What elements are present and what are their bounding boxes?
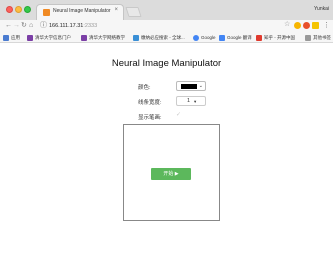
minimize-window-icon[interactable] <box>15 6 22 13</box>
bookmark-favicon-icon <box>27 34 33 41</box>
tab-strip: Neural Image Manipulator × Yunkai <box>0 0 333 20</box>
menu-icon[interactable]: ⋮ <box>323 21 330 31</box>
bookmarks-bar: 应用 清华大学信息门户 清华大学网络教学 缴纳必应搜索 - 全球... Goog… <box>0 32 333 43</box>
show-strokes-checkbox[interactable]: ✓ <box>176 111 181 118</box>
chevron-down-icon: ⌄ <box>198 83 203 89</box>
line-width-value: 1 <box>187 98 191 104</box>
maximize-window-icon[interactable] <box>24 6 31 13</box>
bookmark-label: 应用 <box>11 35 20 40</box>
bookmark-favicon-icon <box>133 34 139 41</box>
apps-icon <box>3 34 9 41</box>
bookmark-label: Google 翻译 <box>227 35 252 40</box>
bookmark-favicon-icon <box>256 34 262 41</box>
browser-toolbar: ← → ↻ ⌂ ⓘ 166.111.17.31:2333 ☆ ⋮ <box>0 20 333 32</box>
address-bar[interactable]: ⓘ 166.111.17.31:2333 <box>38 21 270 31</box>
info-icon[interactable]: ⓘ <box>40 21 47 31</box>
color-swatch <box>181 84 197 89</box>
show-strokes-label: 显示笔画: <box>138 115 162 121</box>
favicon-icon <box>43 9 50 16</box>
url-host: 166.111.17.31 <box>49 23 84 29</box>
bookmark-item[interactable]: Google 翻译 <box>219 34 252 41</box>
bookmark-item[interactable]: Google <box>193 34 216 41</box>
color-label: 颜色: <box>138 85 151 91</box>
new-tab-button[interactable] <box>125 7 142 17</box>
line-width-select[interactable]: 1 ▾ <box>176 96 206 106</box>
bookmark-item[interactable]: 清华大学网络教学 <box>81 34 125 41</box>
profile-name[interactable]: Yunkai <box>314 6 329 12</box>
browser-window: Neural Image Manipulator × Yunkai ← → ↻ … <box>0 0 333 271</box>
bookmark-item[interactable]: 知乎 - 开源中国 <box>256 34 295 41</box>
bookmark-other[interactable]: 其他书签 <box>305 34 331 41</box>
url-text[interactable]: 166.111.17.31:2333 <box>49 23 97 29</box>
bookmark-item[interactable]: 清华大学信息门户 <box>27 34 71 41</box>
back-icon[interactable]: ← <box>5 21 12 31</box>
forward-icon[interactable]: → <box>13 21 20 31</box>
start-button[interactable]: 开始 ▶ <box>151 168 191 180</box>
chevron-down-icon: ▾ <box>194 98 197 104</box>
page-title: Neural Image Manipulator <box>111 58 222 69</box>
bookmark-item[interactable]: 缴纳必应搜索 - 全球... <box>133 34 185 41</box>
bookmark-label: 清华大学信息门户 <box>35 35 71 40</box>
color-picker[interactable]: ⌄ <box>176 81 206 91</box>
google-icon <box>193 34 199 41</box>
bookmark-star-icon[interactable]: ☆ <box>284 20 290 28</box>
tab-close-icon[interactable]: × <box>114 7 118 13</box>
bookmark-label: 知乎 - 开源中国 <box>264 35 295 40</box>
tab-title: Neural Image Manipulator <box>53 8 111 14</box>
translate-icon <box>219 34 225 41</box>
reload-icon[interactable]: ↻ <box>21 21 27 31</box>
bookmark-label: 缴纳必应搜索 - 全球... <box>141 35 185 40</box>
extension-icon[interactable] <box>294 22 301 29</box>
bookmark-favicon-icon <box>81 34 87 41</box>
tab-active[interactable]: Neural Image Manipulator × <box>36 4 124 20</box>
extension-icon[interactable] <box>303 22 310 29</box>
url-port: :2333 <box>83 23 98 29</box>
page-content: Neural Image Manipulator 颜色: ⌄ 线条宽度: 1 ▾… <box>0 44 333 271</box>
folder-icon <box>305 34 311 41</box>
extension-icon[interactable] <box>312 22 319 29</box>
home-icon[interactable]: ⌂ <box>29 21 33 31</box>
close-window-icon[interactable] <box>6 6 13 13</box>
bookmark-label: 其他书签 <box>313 35 331 40</box>
bookmark-apps[interactable]: 应用 <box>3 34 20 41</box>
bookmark-label: Google <box>201 35 216 40</box>
line-width-label: 线条宽度: <box>138 100 162 106</box>
drawing-canvas[interactable]: 开始 ▶ <box>123 124 220 221</box>
bookmark-label: 清华大学网络教学 <box>89 35 125 40</box>
